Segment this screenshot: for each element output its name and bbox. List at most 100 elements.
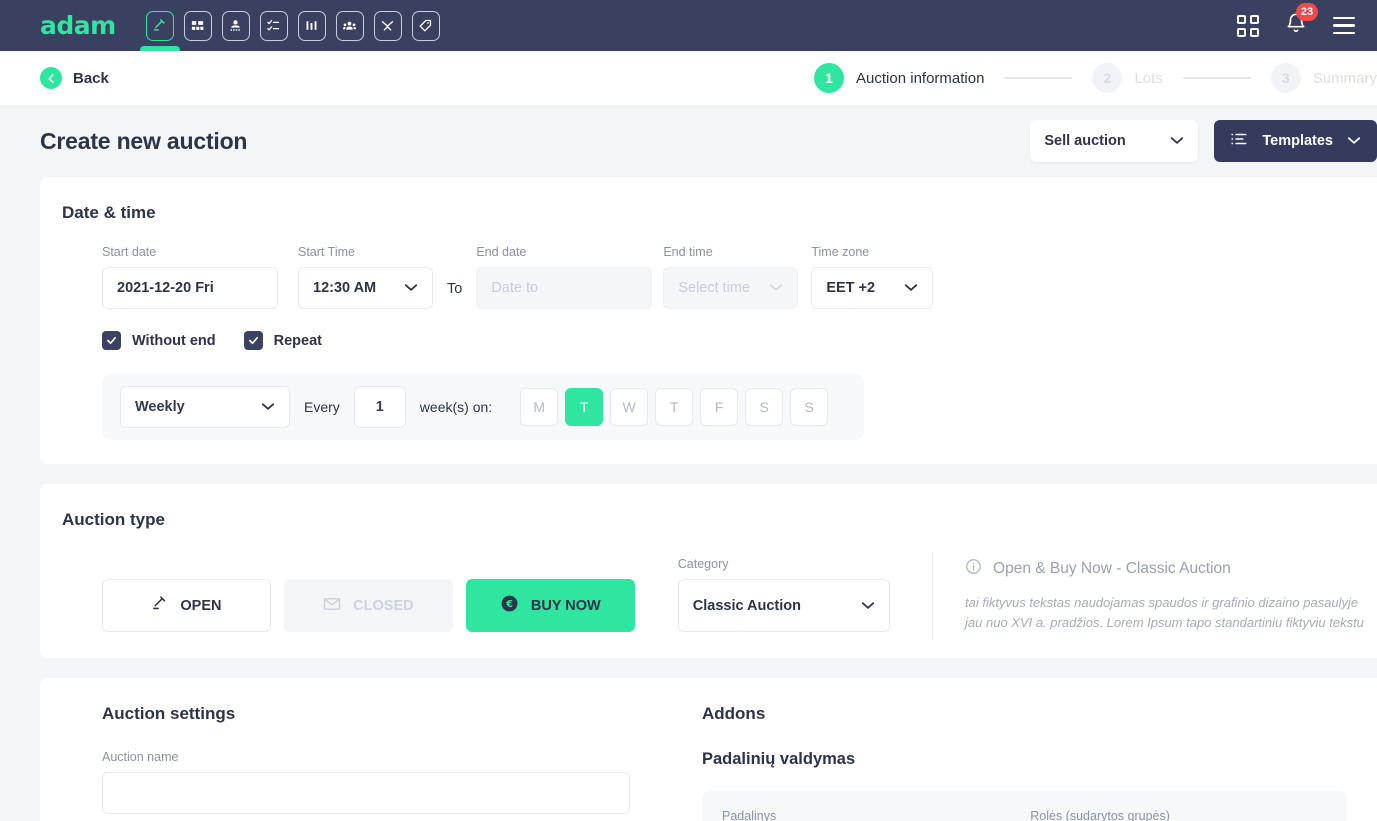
group-icon[interactable] (336, 11, 364, 41)
envelope-icon (323, 597, 341, 615)
weekday-friday[interactable]: F (700, 388, 738, 426)
nav-item-analytics[interactable] (374, 0, 402, 51)
boxes-icon[interactable] (184, 11, 212, 41)
repeat-interval-value: 1 (376, 399, 384, 415)
repeat-interval-input[interactable]: 1 (354, 386, 406, 428)
nav-item-tags[interactable] (412, 0, 440, 51)
auction-type-buy-now[interactable]: € BUY NOW (466, 579, 635, 632)
addons-column: Addons Padalinių valdymas Padalinys Sele… (660, 704, 1377, 821)
time-zone-select[interactable]: EET +2 (811, 267, 933, 309)
list-icon (1230, 131, 1248, 151)
nav-item-teams[interactable] (336, 0, 364, 51)
checklist-icon[interactable] (260, 11, 288, 41)
step-label: Lots (1134, 70, 1162, 87)
grid-cell (1237, 28, 1246, 37)
step-label: Auction information (856, 70, 984, 87)
field-auction-name: Auction name (102, 750, 630, 814)
repeat-settings-panel: Weekly Every 1 week(s) on: M T W T F S S (102, 374, 864, 440)
page-header-row: Create new auction Sell auction Template… (0, 105, 1377, 177)
page-title: Create new auction (40, 128, 247, 155)
auction-type-buy-now-label: BUY NOW (531, 598, 601, 614)
weekday-selector: M T W T F S S (520, 388, 828, 426)
back-button[interactable]: Back (40, 67, 109, 89)
repeat-label: Repeat (274, 333, 322, 349)
menu-line (1333, 17, 1355, 19)
weekday-sunday[interactable]: S (790, 388, 828, 426)
euro-coin-icon: € (500, 594, 519, 617)
step-label: Summary (1313, 70, 1377, 87)
card-date-time: Date & time Start date 2021-12-20 Fri St… (40, 177, 1377, 464)
end-date-label: End date (476, 245, 652, 259)
app-root: adam (0, 0, 1377, 821)
weekday-monday[interactable]: M (520, 388, 558, 426)
bar-chart-icon[interactable] (298, 11, 326, 41)
templates-button[interactable]: Templates (1214, 120, 1377, 162)
notifications-button[interactable]: 23 (1285, 11, 1307, 40)
category-select[interactable]: Classic Auction (678, 579, 890, 632)
auction-type-info-panel: Open & Buy Now - Classic Auction tai fik… (932, 552, 1377, 640)
auction-type-open[interactable]: OPEN (102, 579, 271, 632)
repeat-frequency-select[interactable]: Weekly (120, 386, 290, 428)
field-category: Category Classic Auction (678, 557, 890, 632)
nav-item-clients[interactable] (222, 0, 250, 51)
field-end-time: End time Select time (663, 245, 798, 309)
start-time-value: 12:30 AM (313, 280, 376, 296)
field-time-zone: Time zone EET +2 (811, 245, 933, 309)
step-connector (1183, 77, 1251, 79)
weekday-saturday[interactable]: S (745, 388, 783, 426)
nav-item-reports[interactable] (298, 0, 326, 51)
chevron-down-icon (861, 598, 875, 614)
every-label: Every (304, 399, 340, 415)
checkbox-repeat[interactable]: Repeat (244, 331, 322, 350)
settings-addons-columns: Auction settings Auction name Pokyčio dy… (40, 704, 1377, 821)
check-icon (102, 331, 121, 350)
section-title-addons: Addons (702, 704, 1377, 724)
card-auction-type: Auction type OPEN CLOSED (40, 484, 1377, 658)
user-card-icon[interactable] (222, 11, 250, 41)
start-time-select[interactable]: 12:30 AM (298, 267, 433, 309)
field-unit: Padalinys Select (COM, DE) (722, 809, 1016, 821)
weekday-tuesday[interactable]: T (565, 388, 603, 426)
chevron-down-icon (904, 280, 918, 296)
grid-cell (1237, 15, 1246, 24)
auction-name-input[interactable] (102, 772, 630, 814)
auction-type-closed[interactable]: CLOSED (284, 579, 453, 632)
nav-item-tasks[interactable] (260, 0, 288, 51)
section-title-auction-settings: Auction settings (102, 704, 660, 724)
weekday-wednesday[interactable]: W (610, 388, 648, 426)
checkbox-without-end[interactable]: Without end (102, 331, 216, 350)
auction-kind-select[interactable]: Sell auction (1030, 120, 1198, 162)
unit-management-panel: Padalinys Select (COM, DE) Rolės (sudary… (702, 791, 1347, 821)
step-summary[interactable]: 3 Summary (1271, 63, 1377, 93)
end-time-placeholder: Select time (678, 280, 750, 296)
check-icon (244, 331, 263, 350)
hamburger-menu-icon[interactable] (1333, 17, 1355, 34)
start-date-input[interactable]: 2021-12-20 Fri (102, 267, 278, 309)
chevron-left-icon (40, 67, 62, 89)
auction-name-label: Auction name (102, 750, 630, 764)
weekday-thursday[interactable]: T (655, 388, 693, 426)
step-auction-information[interactable]: 1 Auction information (814, 63, 984, 93)
chevron-down-icon (261, 399, 275, 415)
repeat-unit-label: week(s) on: (420, 399, 492, 415)
app-logo[interactable]: adam (40, 11, 116, 40)
step-lots[interactable]: 2 Lots (1092, 63, 1162, 93)
start-date-label: Start date (102, 245, 278, 259)
navbar-right-actions: 23 (1237, 11, 1359, 40)
auction-type-open-label: OPEN (180, 598, 221, 614)
grid-cell (1250, 28, 1259, 37)
auction-kind-value: Sell auction (1044, 133, 1125, 149)
subheader-bar: Back 1 Auction information 2 Lots 3 Summ… (0, 51, 1377, 105)
analytics-icon[interactable] (374, 11, 402, 41)
chevron-down-icon (1170, 133, 1184, 149)
end-time-select[interactable]: Select time (663, 267, 798, 309)
nav-item-lots[interactable] (184, 0, 212, 51)
step-connector (1004, 77, 1072, 79)
end-date-input[interactable]: Date to (476, 267, 652, 309)
wizard-stepper: 1 Auction information 2 Lots 3 Summary (814, 63, 1377, 93)
gavel-icon[interactable] (146, 11, 174, 41)
tag-icon[interactable] (412, 11, 440, 41)
nav-item-auctions[interactable] (146, 0, 174, 51)
card-auction-settings: Auction settings Auction name Pokyčio dy… (40, 678, 1377, 821)
grid-apps-icon[interactable] (1237, 15, 1259, 37)
